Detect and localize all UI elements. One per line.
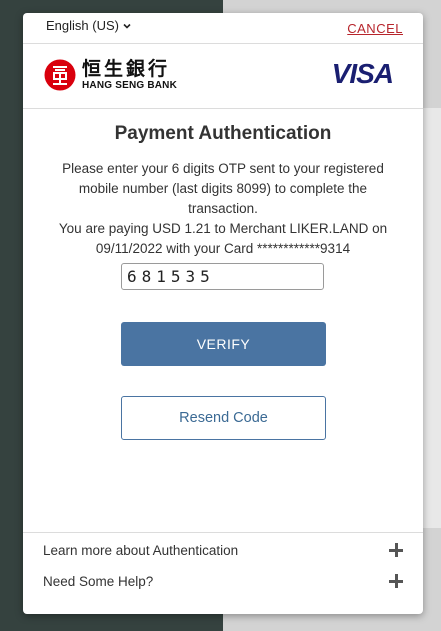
need-help-label: Need Some Help? [43, 573, 154, 589]
page-title: Payment Authentication [114, 123, 332, 144]
bank-logo: 恒生銀行 HANG SENG BANK [44, 58, 177, 92]
learn-more-row[interactable]: Learn more about Authentication [43, 535, 403, 565]
plus-icon[interactable] [389, 543, 403, 557]
authentication-dialog: English (US) CANCEL 恒生銀行 HANG SENG BANK [23, 13, 423, 614]
language-label: English (US) [46, 18, 119, 33]
resend-code-button[interactable]: Resend Code [121, 396, 326, 440]
dialog-header: 恒生銀行 HANG SENG BANK VISA [23, 44, 423, 109]
help-footer: Learn more about Authentication Need Som… [23, 532, 423, 614]
language-selector[interactable]: English (US) [46, 18, 131, 33]
chevron-down-icon [123, 23, 131, 29]
plus-icon[interactable] [389, 574, 403, 588]
otp-input[interactable] [121, 263, 324, 290]
dialog-topbar: English (US) CANCEL [23, 13, 423, 44]
payment-details: You are paying USD 1.21 to Merchant LIKE… [58, 221, 388, 256]
need-help-row[interactable]: Need Some Help? [43, 566, 403, 596]
learn-more-label: Learn more about Authentication [43, 542, 239, 558]
cancel-link[interactable]: CANCEL [347, 21, 403, 36]
bank-name-english: HANG SENG BANK [82, 80, 178, 91]
hang-seng-logo-icon [44, 59, 76, 91]
verify-button[interactable]: VERIFY [121, 322, 326, 366]
visa-logo: VISA [331, 58, 394, 89]
instruction-text: Please enter your 6 digits OTP sent to y… [51, 159, 395, 259]
otp-instruction: Please enter your 6 digits OTP sent to y… [62, 161, 384, 216]
bank-name-chinese: 恒生銀行 [82, 58, 171, 80]
